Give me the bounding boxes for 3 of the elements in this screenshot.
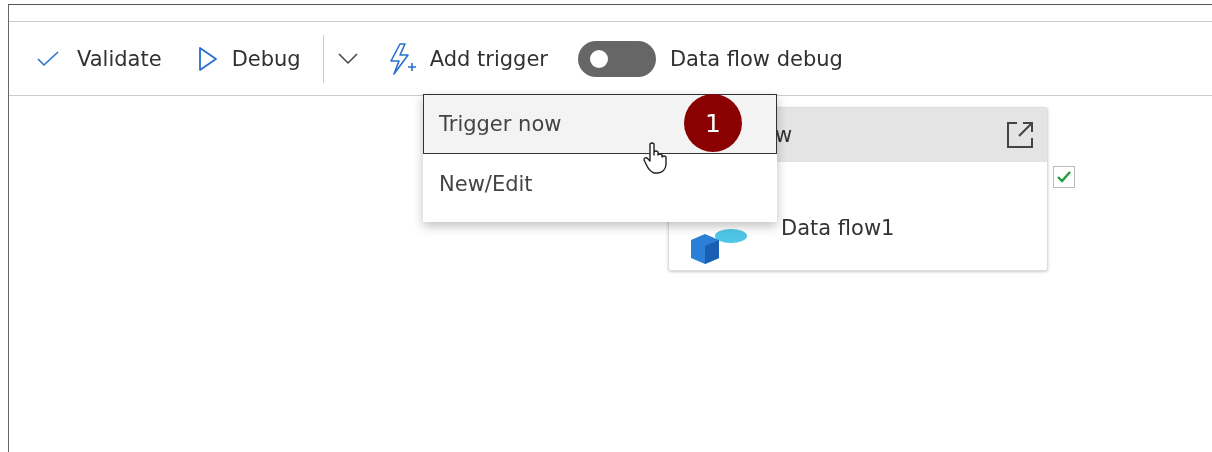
card-title: w [775, 123, 793, 147]
toggle-label: Data flow debug [669, 46, 843, 71]
activity-name: Data flow1 [781, 216, 895, 240]
